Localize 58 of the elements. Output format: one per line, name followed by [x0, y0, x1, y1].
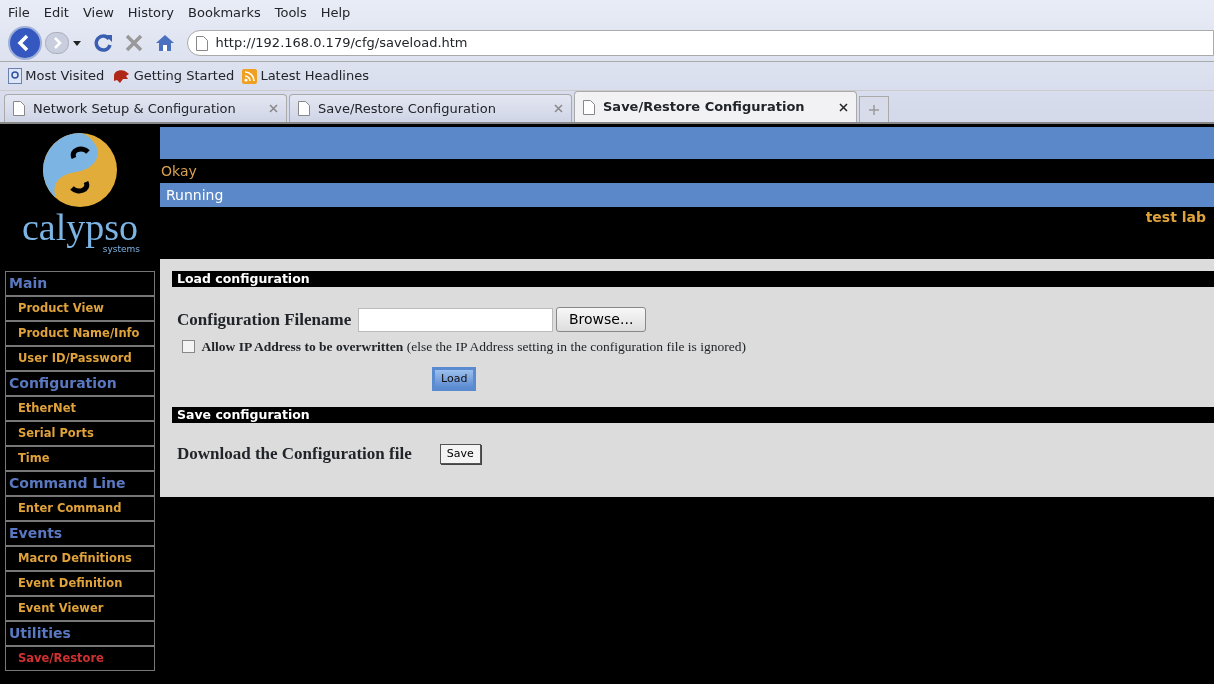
sidebar-link[interactable]: User ID/Password	[5, 346, 155, 371]
plus-icon	[869, 104, 879, 115]
browse-button[interactable]: Browse...	[556, 307, 647, 333]
section-heading: Load configuration	[172, 271, 1214, 287]
bookmark-folder-icon	[8, 68, 22, 84]
field-label: Download the Configuration file	[177, 443, 412, 466]
bookmark-link[interactable]: Getting Started	[133, 66, 235, 86]
section-heading: Save configuration	[172, 407, 1214, 424]
dragon-icon	[112, 68, 131, 84]
checkbox-label: Allow IP Address to be overwritten (else the IP Address setting in the configuration file is ignored)	[201, 337, 746, 356]
sidebar-link[interactable]: Event Definition	[5, 571, 155, 596]
back-button[interactable]	[8, 26, 42, 60]
location-text: test lab	[1145, 209, 1206, 225]
sidebar-heading: Command Line	[5, 471, 155, 496]
dropdown-icon[interactable]	[72, 40, 81, 46]
reload-icon[interactable]	[92, 33, 113, 53]
menu-item[interactable]: Bookmarks	[188, 2, 261, 23]
sidebar-link[interactable]: Time	[5, 446, 155, 471]
menu-item[interactable]: Tools	[274, 2, 307, 23]
sidebar-heading: Utilities	[5, 621, 155, 646]
sidebar-link[interactable]: Enter Command	[5, 496, 155, 521]
bookmark-link[interactable]: Most Visited	[25, 66, 105, 86]
sidebar-link[interactable]: Product Name/Info	[5, 321, 155, 346]
rss-icon	[242, 68, 258, 84]
status-text: Okay	[160, 161, 198, 181]
load-button[interactable]: Load	[432, 366, 477, 392]
browser-tab[interactable]: Network Setup & Configuration	[4, 94, 287, 122]
sidebar-heading: Events	[5, 521, 155, 546]
close-icon[interactable]	[839, 102, 848, 112]
page-icon	[583, 99, 595, 115]
sidebar-link[interactable]: Serial Ports	[5, 421, 155, 446]
stop-icon[interactable]	[124, 34, 143, 52]
url-text[interactable]: http://192.168.0.179/cfg/saveload.htm	[215, 33, 468, 53]
sidebar-link[interactable]: Save/Restore	[5, 646, 155, 671]
checkbox[interactable]	[182, 340, 195, 354]
browser-tab[interactable]: Save/Restore Configuration	[289, 94, 572, 122]
menu-item[interactable]: File	[8, 2, 30, 23]
field-label: Configuration Filename	[177, 309, 352, 331]
sidebar-link[interactable]: Macro Definitions	[5, 546, 155, 571]
menu-item[interactable]: History	[127, 2, 175, 23]
menu-item[interactable]: View	[82, 2, 114, 23]
sidebar-link[interactable]: Event Viewer	[5, 596, 155, 621]
bookmark-link[interactable]: Latest Headlines	[260, 66, 369, 86]
sidebar-link[interactable]: EtherNet	[5, 396, 155, 421]
sidebar-heading: Configuration	[5, 371, 155, 396]
page-icon	[195, 35, 208, 51]
filename-field[interactable]	[357, 307, 553, 332]
sidebar-link[interactable]: Product View	[5, 296, 155, 321]
menu-item[interactable]: Help	[320, 2, 351, 23]
sidebar-heading: Main	[5, 271, 155, 296]
menu-item[interactable]: Edit	[43, 2, 69, 23]
page-icon	[298, 101, 310, 116]
browser-tab[interactable]: Save/Restore Configuration	[574, 91, 857, 122]
home-icon[interactable]	[154, 34, 175, 52]
page-icon	[13, 101, 25, 116]
mode-bar: Running	[160, 183, 1214, 207]
save-button[interactable]: Save	[439, 443, 481, 465]
new-tab-button[interactable]	[859, 96, 889, 122]
